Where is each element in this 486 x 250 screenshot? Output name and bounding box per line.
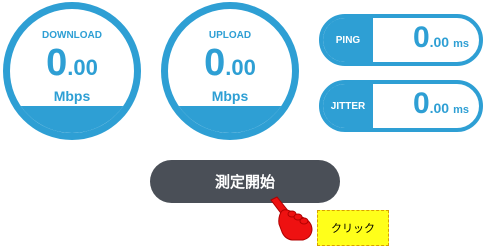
- download-value-decimal: .00: [67, 55, 98, 80]
- download-unit: Mbps: [53, 88, 91, 104]
- upload-gauge-fill: [168, 106, 292, 133]
- upload-gauge: UPLOAD 0.00 Mbps: [161, 2, 299, 140]
- ping-label: PING: [323, 18, 373, 62]
- jitter-label: JITTER: [323, 84, 373, 128]
- jitter-readout: JITTER 0.00 ms: [319, 80, 483, 132]
- click-annotation: クリック: [317, 210, 389, 246]
- download-label: DOWNLOAD: [42, 30, 102, 41]
- download-value-integer: 0: [46, 42, 68, 84]
- ping-readout: PING 0.00 ms: [319, 14, 483, 66]
- download-value: 0.00: [10, 42, 134, 85]
- download-gauge-fill: [10, 106, 134, 133]
- ping-value-decimal: .00: [429, 34, 450, 50]
- upload-value-decimal: .00: [225, 55, 256, 80]
- pointing-hand-icon: [270, 196, 313, 241]
- upload-unit: Mbps: [211, 88, 249, 104]
- upload-value: 0.00: [168, 42, 292, 85]
- jitter-unit: ms: [453, 104, 469, 116]
- upload-value-integer: 0: [204, 42, 226, 84]
- jitter-value: 0.00 ms: [373, 84, 479, 128]
- ping-value-integer: 0: [412, 21, 430, 54]
- upload-label: UPLOAD: [208, 30, 252, 41]
- download-gauge: DOWNLOAD 0.00 Mbps: [3, 2, 141, 140]
- ping-unit: ms: [453, 38, 469, 50]
- jitter-value-decimal: .00: [429, 100, 450, 116]
- jitter-value-integer: 0: [412, 87, 430, 120]
- ping-value: 0.00 ms: [373, 18, 479, 62]
